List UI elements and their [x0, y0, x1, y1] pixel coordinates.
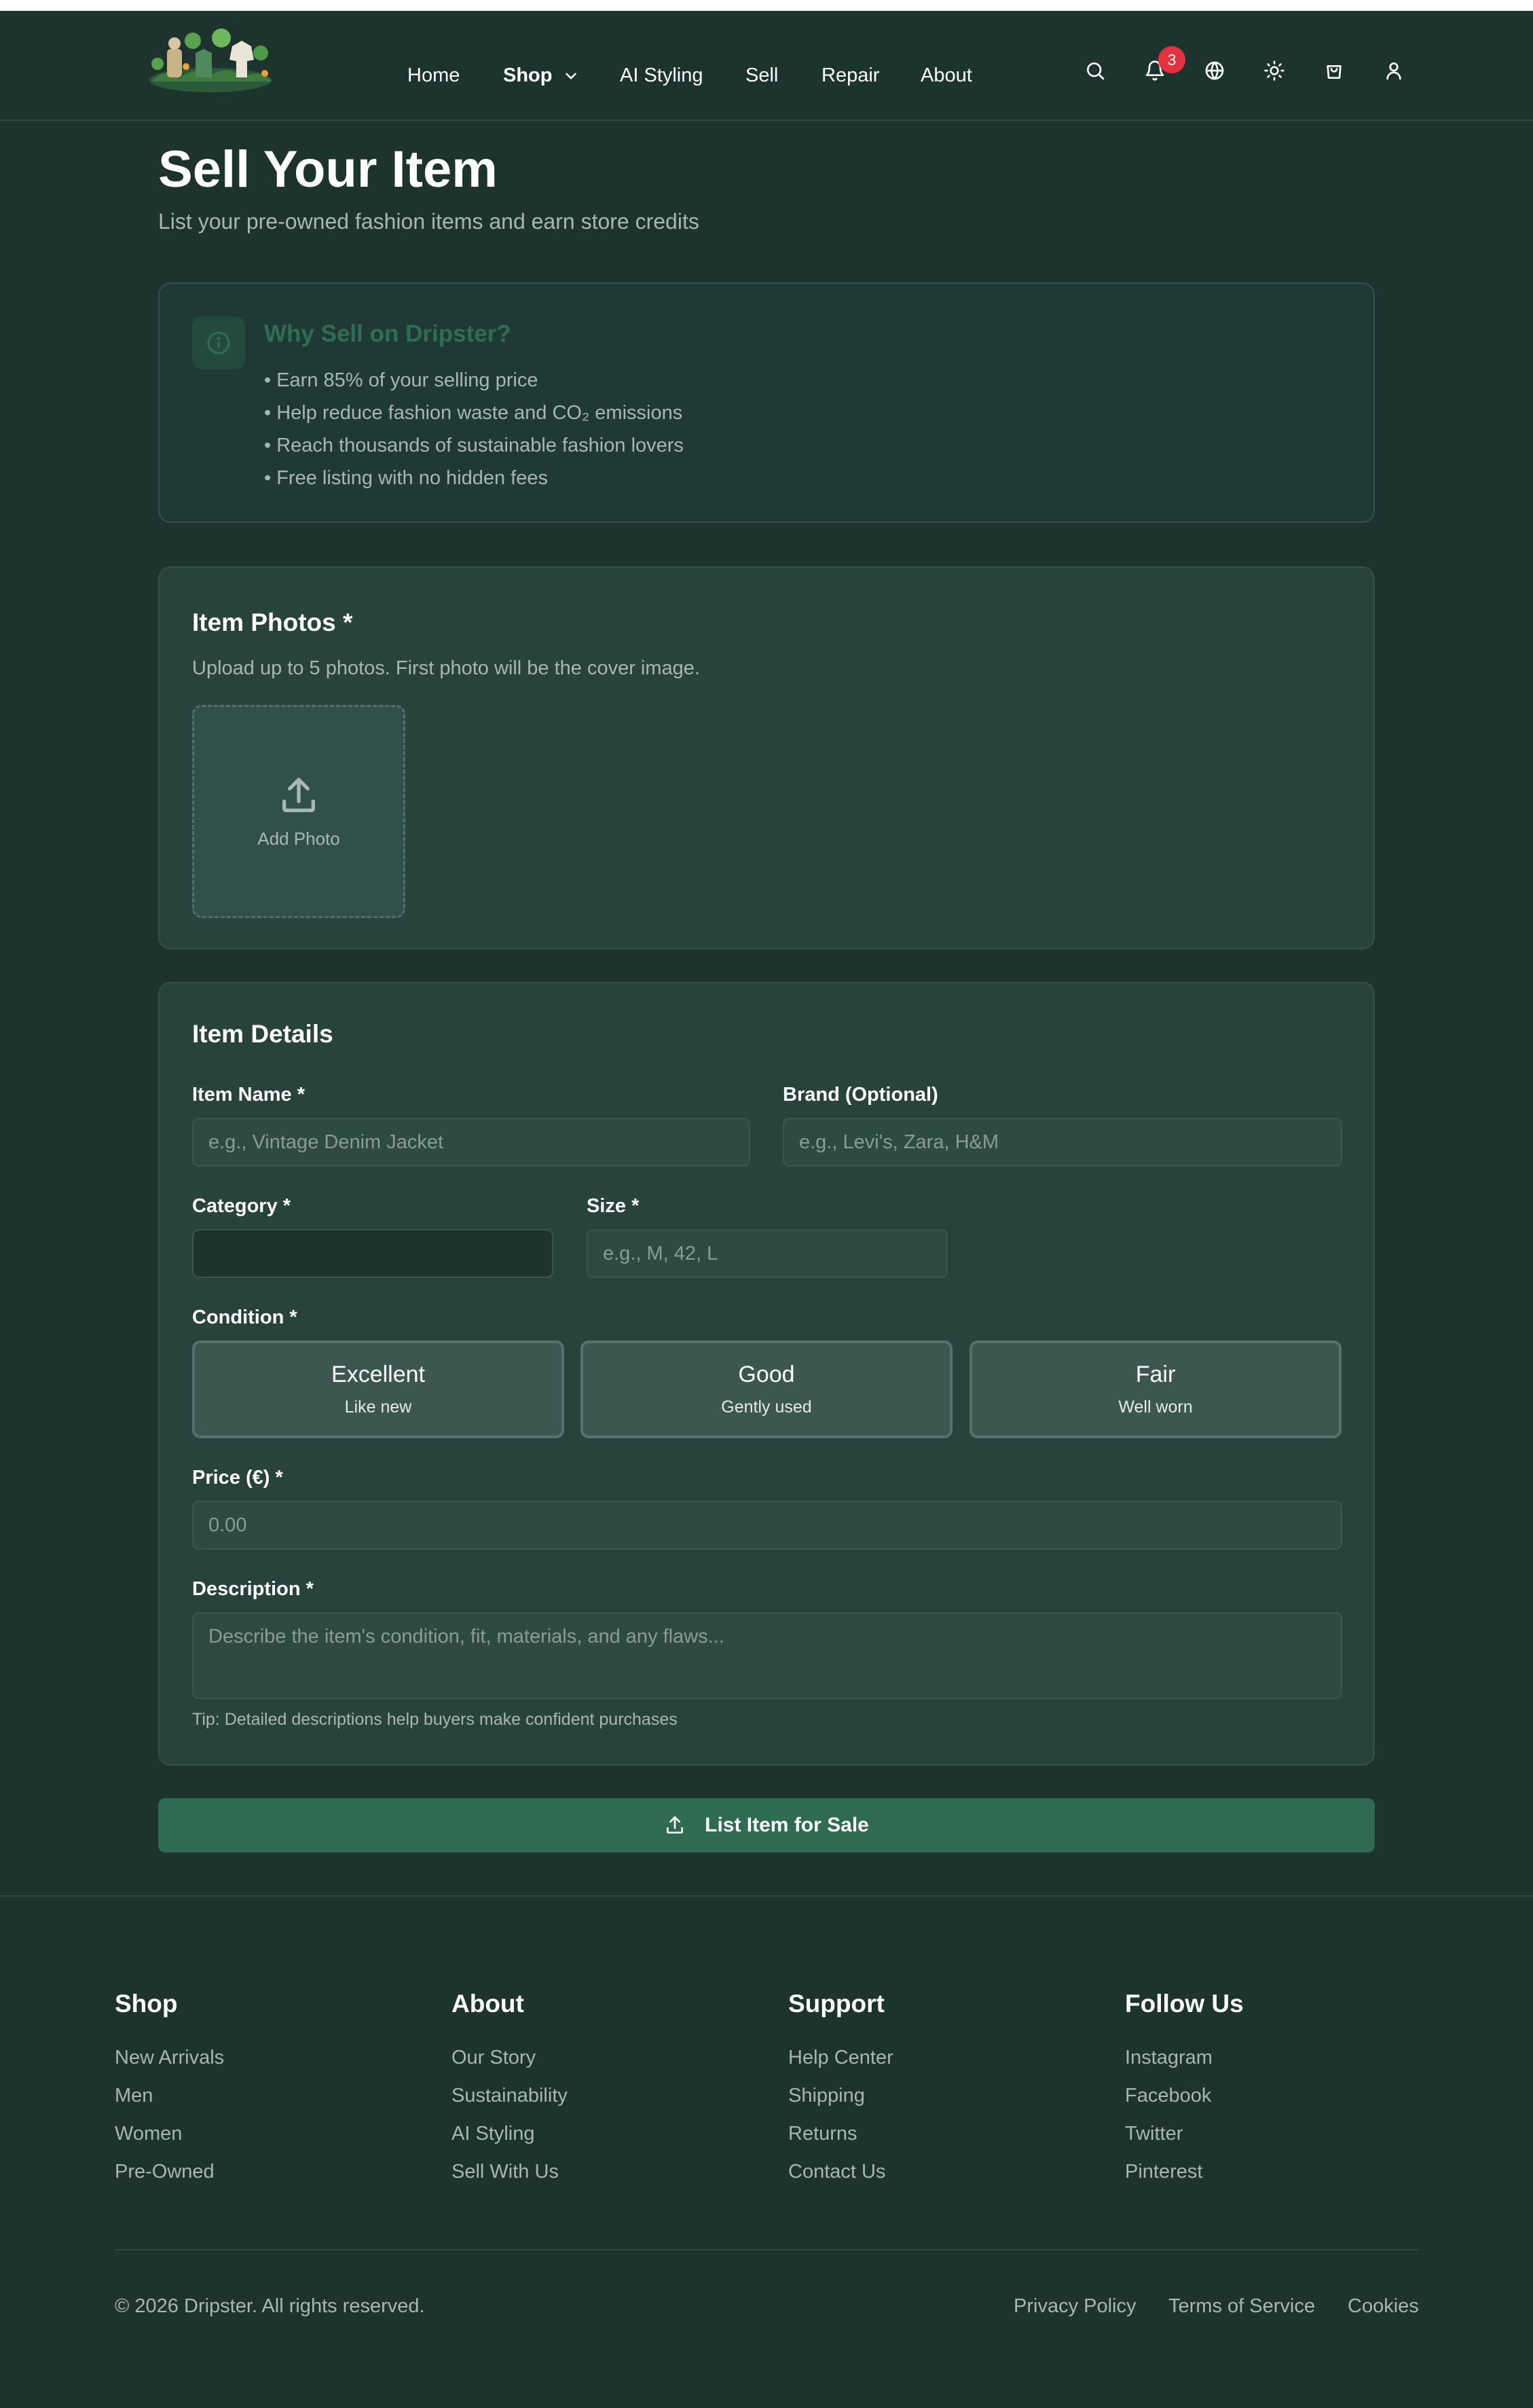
- nav-home[interactable]: Home: [407, 65, 460, 87]
- cookies-link[interactable]: Cookies: [1348, 2295, 1419, 2318]
- benefit-item: • Earn 85% of your selling price: [264, 369, 538, 391]
- footer-link-men[interactable]: Men: [115, 2077, 224, 2115]
- info-icon: [207, 331, 230, 354]
- logo-illustration-icon: [149, 29, 272, 92]
- why-sell-card: Why Sell on Dripster? • Earn 85% of your…: [158, 282, 1375, 523]
- condition-option-excellent[interactable]: Excellent Like new: [192, 1340, 564, 1438]
- item-photos-title: Item Photos *: [192, 608, 353, 636]
- condition-desc: Well worn: [1118, 1398, 1193, 1417]
- list-item-button[interactable]: List Item for Sale: [158, 1798, 1375, 1853]
- why-sell-title: Why Sell on Dripster?: [264, 321, 511, 347]
- top-strip: [0, 0, 1533, 11]
- footer-column-follow-us: Follow Us Instagram Facebook Twitter Pin…: [1125, 1990, 1244, 2191]
- condition-desc: Gently used: [721, 1398, 812, 1417]
- item-name-label: Item Name *: [192, 1084, 306, 1106]
- condition-option-fair[interactable]: Fair Well worn: [969, 1340, 1342, 1438]
- nav-repair[interactable]: Repair: [821, 65, 879, 87]
- footer-link-new-arrivals[interactable]: New Arrivals: [115, 2039, 224, 2077]
- cart-button[interactable]: [1316, 53, 1352, 88]
- footer-link-returns[interactable]: Returns: [788, 2115, 893, 2153]
- price-label: Price (€) *: [192, 1467, 283, 1489]
- brand-label: Brand (Optional): [783, 1084, 938, 1106]
- footer-divider: [0, 1895, 1533, 1897]
- upload-icon: [667, 1816, 684, 1834]
- size-input[interactable]: [587, 1229, 948, 1278]
- condition-label: Condition *: [192, 1307, 297, 1328]
- nav-ai-styling[interactable]: AI Styling: [620, 65, 703, 87]
- list-item-label: List Item for Sale: [705, 1814, 869, 1836]
- footer-link-our-story[interactable]: Our Story: [451, 2039, 568, 2077]
- description-tip: Tip: Detailed descriptions help buyers m…: [192, 1710, 678, 1729]
- language-button[interactable]: [1197, 53, 1232, 88]
- item-photos-panel: Item Photos * Upload up to 5 photos. Fir…: [158, 566, 1375, 949]
- sun-icon: [1264, 60, 1285, 81]
- condition-option-good[interactable]: Good Gently used: [580, 1340, 953, 1438]
- footer-link-pre-owned[interactable]: Pre-Owned: [115, 2153, 224, 2191]
- item-details-title: Item Details: [192, 1020, 333, 1048]
- benefit-item: • Reach thousands of sustainable fashion…: [264, 435, 684, 456]
- footer-column-shop: Shop New Arrivals Men Women Pre-Owned: [115, 1990, 224, 2191]
- add-photo-label: Add Photo: [257, 828, 340, 849]
- benefit-item: • Help reduce fashion waste and CO₂ emis…: [264, 402, 683, 424]
- search-icon: [1087, 62, 1105, 80]
- nav-shop-label: Shop: [503, 64, 553, 86]
- footer-bottom-divider: [115, 2249, 1418, 2250]
- description-textarea[interactable]: [192, 1612, 1342, 1699]
- footer-link-contact-us[interactable]: Contact Us: [788, 2153, 893, 2191]
- nav-shop[interactable]: Shop: [503, 65, 580, 87]
- search-button[interactable]: [1077, 53, 1113, 88]
- globe-icon: [1205, 61, 1224, 80]
- footer-link-shipping[interactable]: Shipping: [788, 2077, 893, 2115]
- page-title: Sell Your Item: [158, 141, 498, 198]
- notification-badge: 3: [1158, 46, 1185, 73]
- page-subtitle: List your pre-owned fashion items and ea…: [158, 209, 699, 234]
- footer-link-pinterest[interactable]: Pinterest: [1125, 2153, 1244, 2191]
- footer-link-sustainability[interactable]: Sustainability: [451, 2077, 568, 2115]
- upload-icon: [282, 777, 315, 812]
- account-button[interactable]: [1376, 53, 1411, 88]
- footer-heading: Shop: [115, 1990, 178, 2018]
- footer-column-about: About Our Story Sustainability AI Stylin…: [451, 1990, 568, 2191]
- item-name-input[interactable]: [192, 1118, 750, 1167]
- description-label: Description *: [192, 1578, 314, 1600]
- item-details-panel: Item Details Item Name * Brand (Optional…: [158, 982, 1375, 1766]
- footer-link-sell-with-us[interactable]: Sell With Us: [451, 2153, 568, 2191]
- footer-link-help-center[interactable]: Help Center: [788, 2039, 893, 2077]
- footer-column-support: Support Help Center Shipping Returns Con…: [788, 1990, 893, 2191]
- terms-of-service-link[interactable]: Terms of Service: [1168, 2295, 1315, 2318]
- chevron-down-icon: [565, 73, 576, 79]
- brand-input[interactable]: [783, 1118, 1342, 1167]
- info-icon-box: [192, 316, 245, 369]
- size-label: Size *: [587, 1195, 640, 1217]
- price-input[interactable]: [192, 1501, 1342, 1550]
- condition-name: Excellent: [331, 1362, 425, 1387]
- footer-heading: Follow Us: [1125, 1990, 1244, 2018]
- footer-heading: About: [451, 1990, 524, 2018]
- privacy-policy-link[interactable]: Privacy Policy: [1014, 2295, 1137, 2318]
- site-header: Home Shop AI Styling Sell Repair About 3: [0, 11, 1533, 121]
- add-photo-button[interactable]: Add Photo: [192, 705, 405, 918]
- footer-link-facebook[interactable]: Facebook: [1125, 2077, 1244, 2115]
- copyright: © 2026 Dripster. All rights reserved.: [115, 2295, 425, 2317]
- footer-heading: Support: [788, 1990, 885, 2018]
- category-select[interactable]: [192, 1229, 553, 1278]
- benefit-item: • Free listing with no hidden fees: [264, 467, 548, 489]
- footer-link-twitter[interactable]: Twitter: [1125, 2115, 1244, 2153]
- condition-desc: Like new: [344, 1398, 412, 1417]
- theme-toggle-button[interactable]: [1257, 53, 1292, 88]
- user-icon: [1386, 62, 1401, 80]
- benefits-list: • Earn 85% of your selling price • Help …: [264, 364, 684, 494]
- footer-link-instagram[interactable]: Instagram: [1125, 2039, 1244, 2077]
- category-label: Category *: [192, 1195, 291, 1217]
- item-photos-hint: Upload up to 5 photos. First photo will …: [192, 657, 700, 679]
- nav-about[interactable]: About: [921, 65, 972, 87]
- footer-link-women[interactable]: Women: [115, 2115, 224, 2153]
- dripster-logo[interactable]: [145, 26, 276, 96]
- condition-name: Good: [738, 1362, 795, 1387]
- shopping-bag-icon: [1327, 65, 1342, 79]
- nav-sell[interactable]: Sell: [745, 65, 778, 87]
- footer-link-ai-styling[interactable]: AI Styling: [451, 2115, 568, 2153]
- condition-name: Fair: [1135, 1362, 1176, 1387]
